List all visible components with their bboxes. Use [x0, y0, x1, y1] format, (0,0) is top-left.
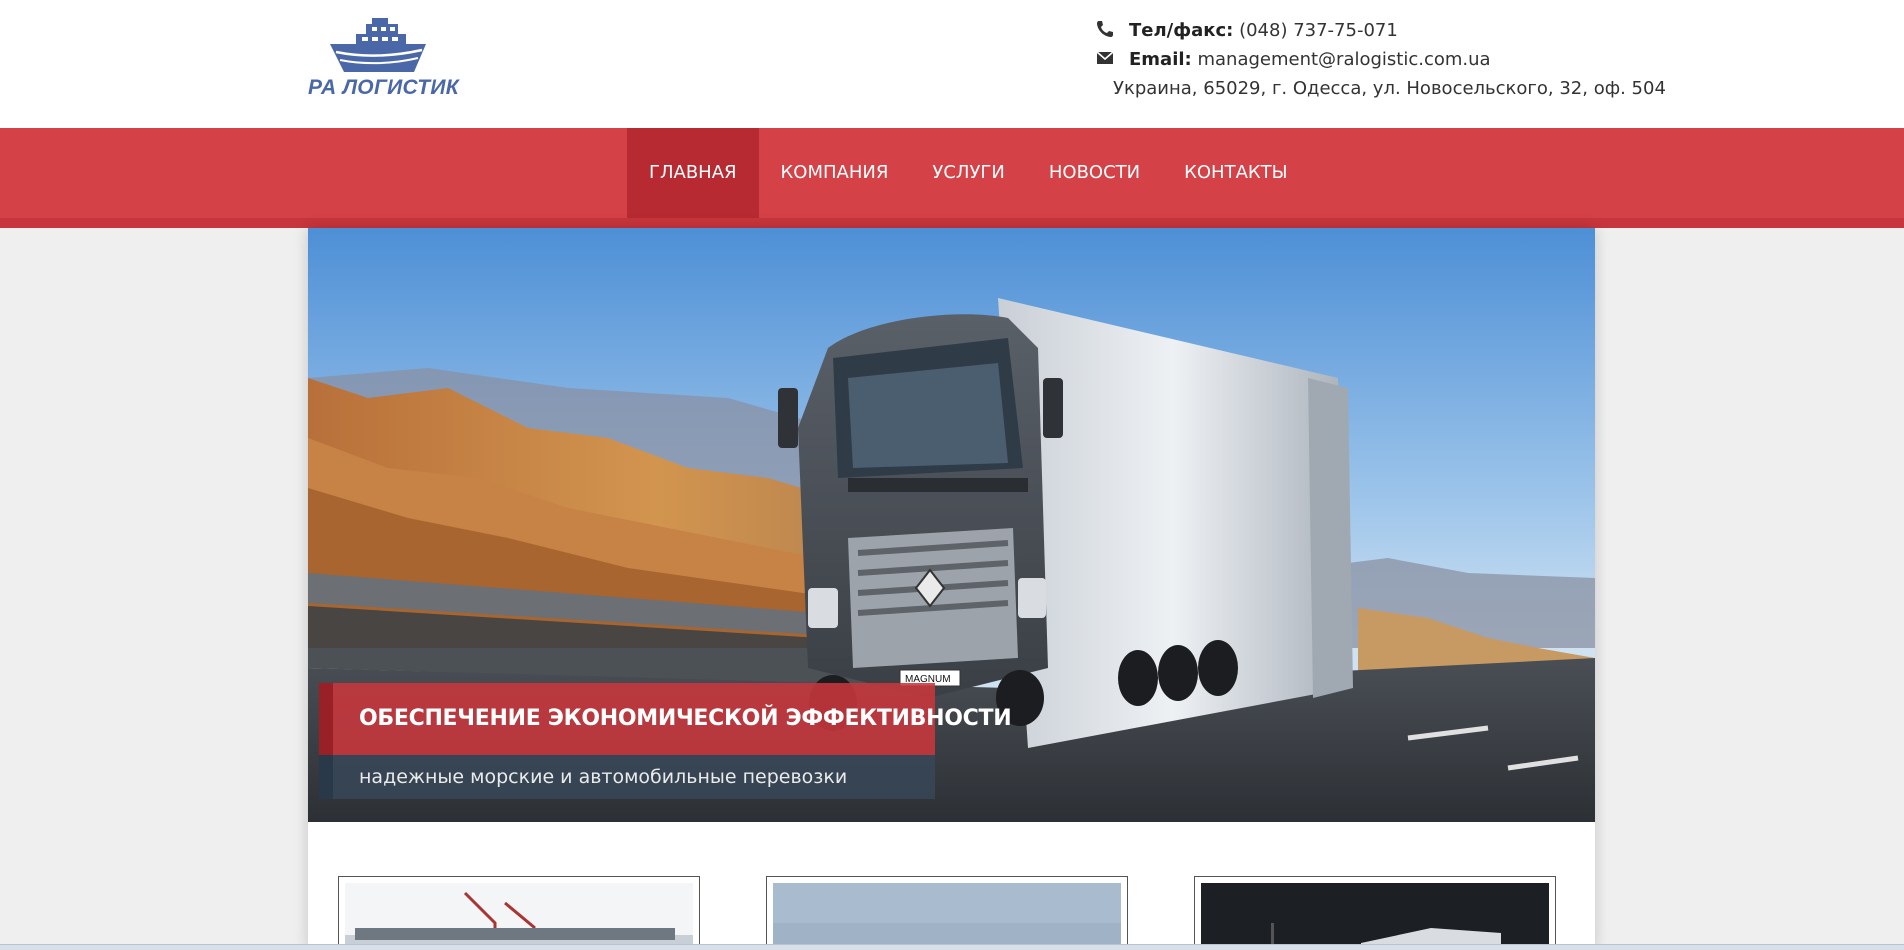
- thumbnail-cargo[interactable]: [766, 876, 1128, 950]
- nav-item-services[interactable]: УСЛУГИ: [910, 128, 1026, 218]
- email-link[interactable]: management@ralogistic.com.ua: [1197, 49, 1490, 70]
- hero-title: ОБЕСПЕЧЕНИЕ ЭКОНОМИЧЕСКОЙ ЭФФЕКТИВНОСТИ: [319, 683, 1012, 755]
- phone-value[interactable]: (048) 737-75-071: [1239, 20, 1398, 41]
- main-content: MAGNUM ОБЕСПЕЧЕНИЕ ЭКОНОМИЧЕСКОЙ ЭФФЕКТИ…: [308, 228, 1595, 950]
- nav-item-company[interactable]: КОМПАНИЯ: [759, 128, 911, 218]
- thumbnail-night-truck[interactable]: [1194, 876, 1556, 950]
- thumbnail-port-image: [345, 883, 693, 950]
- hero-subtitle: надежные морские и автомобильные перевоз…: [319, 755, 935, 799]
- thumbnail-night-truck-image: [1201, 883, 1549, 950]
- contact-info: Тел/факс: (048) 737-75-071 Email: manage…: [1093, 16, 1666, 103]
- envelope-icon: [1096, 51, 1114, 64]
- site-logo[interactable]: РА ЛОГИСТИК: [308, 18, 459, 102]
- phone-line: Тел/факс: (048) 737-75-071: [1093, 16, 1613, 45]
- hero-slider[interactable]: MAGNUM ОБЕСПЕЧЕНИЕ ЭКОНОМИЧЕСКОЙ ЭФФЕКТИ…: [308, 228, 1595, 822]
- email-line: Email: management@ralogistic.com.ua: [1093, 45, 1613, 74]
- nav-item-home[interactable]: ГЛАВНАЯ: [627, 128, 759, 218]
- logo-text: РА ЛОГИСТИК: [308, 76, 459, 99]
- thumbnail-port[interactable]: [338, 876, 700, 950]
- thumbnail-cargo-image: [773, 883, 1121, 950]
- phone-icon: [1097, 21, 1113, 37]
- ship-icon: [330, 18, 426, 72]
- email-label: Email:: [1129, 49, 1192, 70]
- site-header: РА ЛОГИСТИК Тел/факс: (048) 737-75-071 E…: [0, 0, 1904, 128]
- address-text: Украина, 65029, г. Одесса, ул. Новосельс…: [1113, 78, 1666, 99]
- phone-label: Тел/факс:: [1129, 20, 1234, 41]
- main-nav: ГЛАВНАЯ КОМПАНИЯ УСЛУГИ НОВОСТИ КОНТАКТЫ: [627, 128, 1310, 218]
- nav-item-contacts[interactable]: КОНТАКТЫ: [1162, 128, 1309, 218]
- page: РА ЛОГИСТИК Тел/факс: (048) 737-75-071 E…: [0, 0, 1904, 950]
- nav-item-news[interactable]: НОВОСТИ: [1027, 128, 1162, 218]
- address-line: Украина, 65029, г. Одесса, ул. Новосельс…: [1093, 74, 1666, 103]
- taskbar-edge: [0, 944, 1904, 950]
- main-navbar: ГЛАВНАЯ КОМПАНИЯ УСЛУГИ НОВОСТИ КОНТАКТЫ: [0, 128, 1904, 228]
